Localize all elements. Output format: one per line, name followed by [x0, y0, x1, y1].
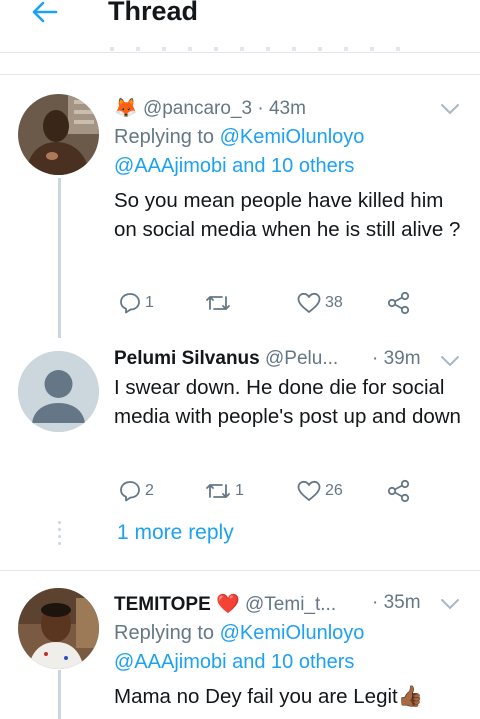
- like-button[interactable]: 26: [296, 477, 343, 505]
- retweet-button[interactable]: [204, 289, 235, 317]
- timestamp[interactable]: 43m: [269, 98, 306, 119]
- chevron-down-icon[interactable]: [440, 597, 460, 611]
- like-count: 38: [325, 294, 343, 311]
- replying-to-label: Replying to: [114, 126, 215, 148]
- heart-emoji: ❤️: [216, 594, 240, 615]
- mention-others-link[interactable]: @AAAjimobi and 10 others: [114, 155, 354, 177]
- tweet-text: So you mean people have killed him on so…: [114, 189, 461, 241]
- retweet-button[interactable]: 1: [204, 477, 244, 505]
- fox-emoji: 🦊: [114, 98, 138, 119]
- replying-to-label: Replying to: [114, 622, 215, 644]
- user-handle[interactable]: @Pelu...: [265, 348, 338, 369]
- header-divider: [0, 52, 480, 53]
- mention-link[interactable]: @KemiOlunloyo: [220, 622, 365, 644]
- thread-connector-line: [58, 178, 61, 338]
- tweet-header: 🦊 @pancaro_3 · 43m: [114, 96, 306, 120]
- user-handle[interactable]: @Temi_t...: [245, 594, 336, 615]
- separator-dot: ·: [372, 592, 379, 613]
- reply-count: 2: [145, 482, 154, 499]
- share-button[interactable]: [386, 289, 412, 317]
- avatar-default[interactable]: [18, 351, 99, 432]
- retweet-count: 1: [235, 482, 244, 499]
- display-name[interactable]: TEMITOPE: [114, 594, 211, 615]
- chevron-down-icon[interactable]: [440, 354, 460, 368]
- replying-to-others: @AAAjimobi and 10 others: [114, 651, 354, 674]
- previous-tweet-remnant: [110, 47, 410, 51]
- page-title: Thread: [108, 0, 199, 26]
- reply-button[interactable]: 2: [118, 477, 154, 505]
- tweet-header: Pelumi Silvanus @Pelu...: [114, 348, 338, 370]
- mention-others-link[interactable]: @AAAjimobi and 10 others: [114, 651, 354, 673]
- mention-link[interactable]: @KemiOlunloyo: [220, 126, 365, 148]
- like-count: 26: [325, 482, 343, 499]
- retweet-icon: [206, 484, 230, 498]
- section-divider: [0, 74, 480, 75]
- avatar[interactable]: [18, 94, 99, 175]
- reply-button[interactable]: 1: [118, 289, 154, 317]
- share-icon: [387, 479, 410, 503]
- like-button[interactable]: 38: [296, 289, 343, 317]
- tweet-time: · 35m: [372, 592, 421, 614]
- tweet-text: I swear down. He done die for social med…: [114, 376, 461, 428]
- chevron-down-icon[interactable]: [440, 102, 460, 116]
- replying-to: Replying to @KemiOlunloyo: [114, 622, 364, 645]
- reply-icon: [120, 293, 140, 314]
- heart-icon: [297, 292, 321, 313]
- back-arrow-icon[interactable]: [30, 0, 58, 26]
- tweet-3[interactable]: TEMITOPE ❤️ @Temi_t... · 35m Replying to…: [0, 572, 480, 719]
- tweet-actions: 1 38: [114, 289, 414, 317]
- user-handle[interactable]: @pancaro_3: [143, 98, 252, 119]
- heart-icon: [297, 480, 321, 501]
- display-name[interactable]: Pelumi Silvanus: [114, 348, 260, 369]
- reply-icon: [120, 481, 140, 502]
- top-bar: Thread: [0, 0, 480, 42]
- tweet-time: · 39m: [372, 348, 421, 370]
- separator-dot: ·: [257, 98, 264, 119]
- tweet-text: Mama no Dey fail you are Legit👍🏾: [114, 685, 424, 708]
- separator-dot: ·: [372, 348, 379, 369]
- replying-to: Replying to @KemiOlunloyo: [114, 126, 364, 149]
- reply-count: 1: [145, 294, 154, 311]
- retweet-icon: [206, 296, 230, 310]
- more-replies-link[interactable]: 1 more reply: [117, 521, 234, 545]
- tweet-1[interactable]: 🦊 @pancaro_3 · 43m Replying to @KemiOlun…: [0, 76, 480, 326]
- share-button[interactable]: [386, 477, 412, 505]
- more-replies-dots: [58, 521, 61, 549]
- avatar[interactable]: [18, 588, 99, 669]
- tweet-actions: 2 1 26: [114, 477, 414, 505]
- share-icon: [387, 291, 410, 315]
- timestamp[interactable]: 35m: [384, 592, 421, 613]
- thread-connector-line: [58, 670, 61, 719]
- replying-to-others: @AAAjimobi and 10 others: [114, 155, 354, 178]
- section-divider: [0, 570, 480, 571]
- tweet-2[interactable]: Pelumi Silvanus @Pelu... · 39m I swear d…: [0, 338, 480, 518]
- tweet-header: TEMITOPE ❤️ @Temi_t...: [114, 592, 336, 616]
- timestamp[interactable]: 39m: [384, 348, 421, 369]
